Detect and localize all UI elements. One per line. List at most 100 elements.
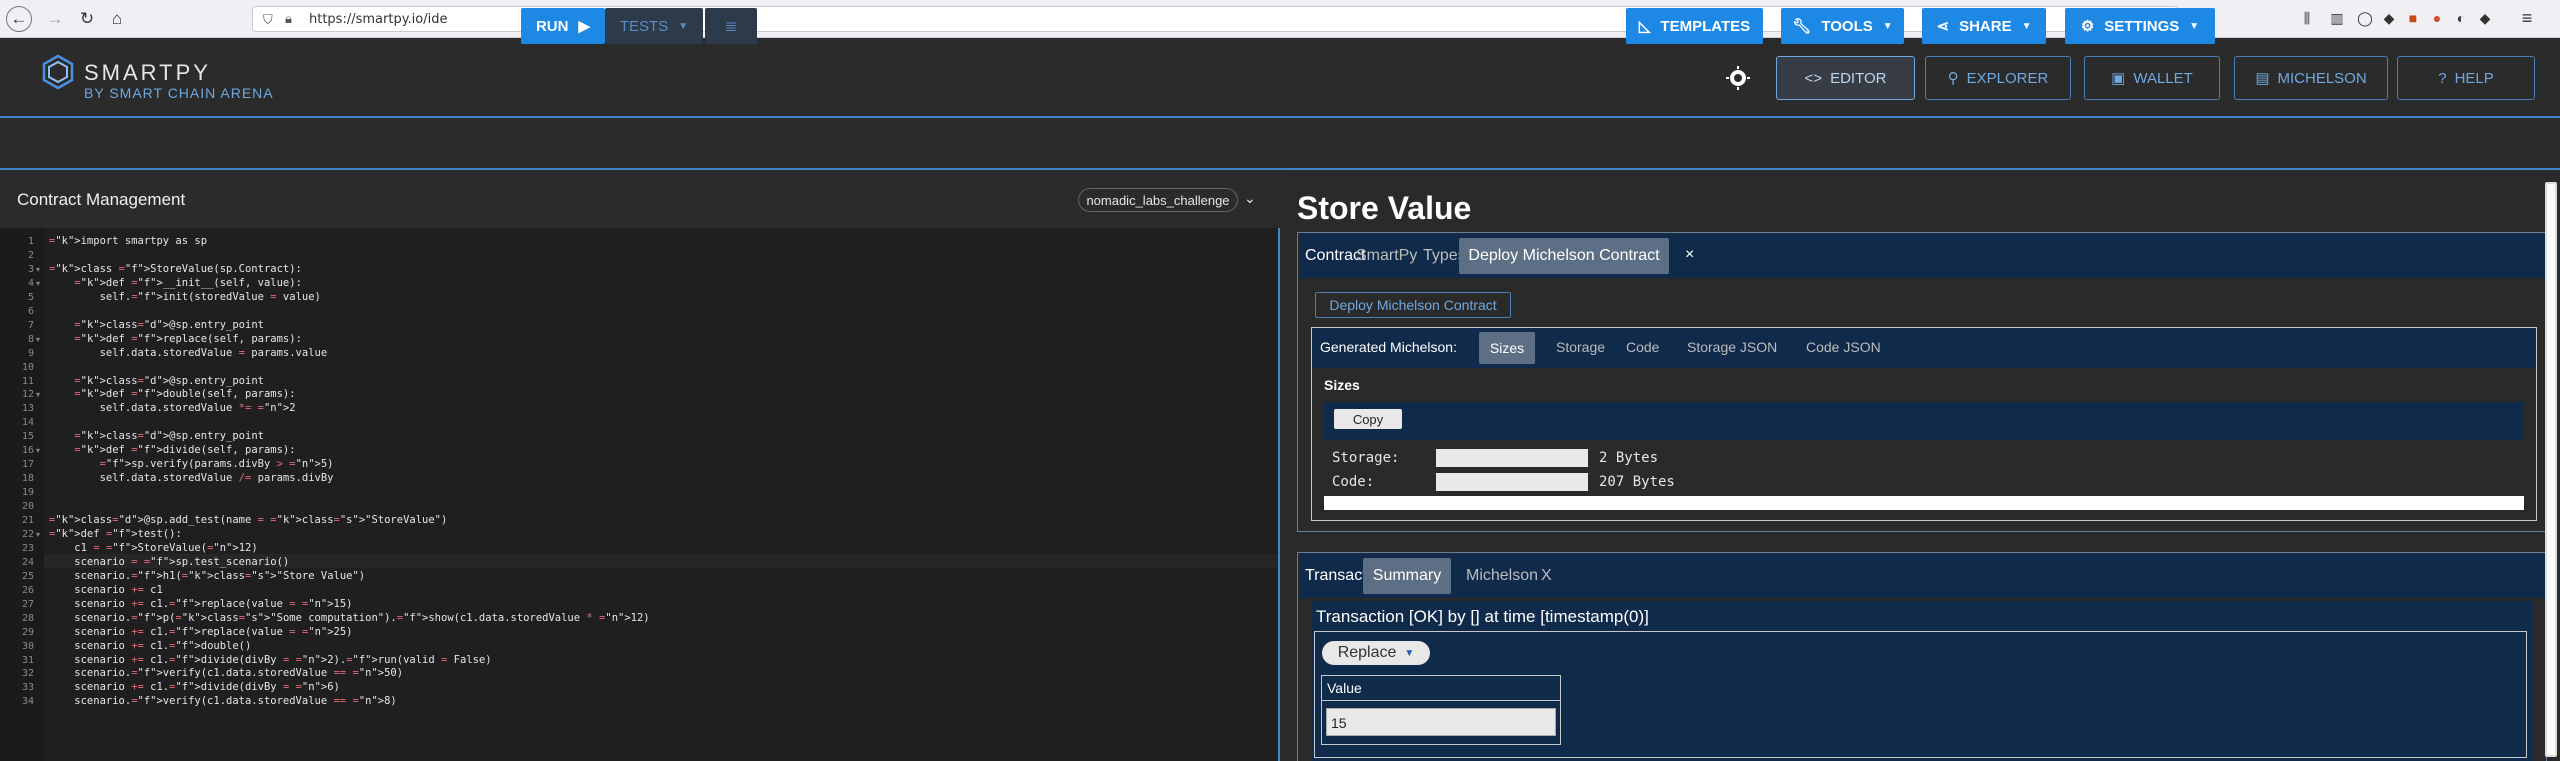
param-value-input[interactable]: 15 bbox=[1326, 708, 1556, 736]
shield-icon[interactable]: ⛉ bbox=[263, 12, 273, 28]
code-line[interactable]: scenario.="f">h1(="k">class="s">"Store V… bbox=[49, 570, 365, 582]
line-number: 31 bbox=[21, 654, 34, 666]
contract-select[interactable]: nomadic_labs_challenge bbox=[1078, 188, 1238, 212]
tab-storage-json[interactable]: Storage JSON bbox=[1687, 339, 1777, 355]
code-line[interactable]: self.="f">init(storedValue = value) bbox=[49, 291, 321, 303]
extension-icon-3[interactable]: ● bbox=[2428, 9, 2446, 27]
theme-toggle-icon[interactable] bbox=[1726, 66, 1750, 90]
code-line[interactable]: scenario = ="f">sp.test_scenario() bbox=[49, 556, 289, 568]
close-icon[interactable]: × bbox=[1685, 246, 1694, 264]
code-line[interactable]: ="k">def ="f">divide(self, params): bbox=[49, 444, 295, 456]
code-line[interactable]: ="k">def ="f">replace(self, params): bbox=[49, 333, 302, 345]
code-line[interactable]: scenario.="f">verify(c1.data.storedValue… bbox=[49, 695, 396, 707]
forward-icon[interactable]: → bbox=[42, 6, 68, 32]
code-line[interactable]: ="k">class="d">@sp.add_test(name = ="k">… bbox=[49, 514, 447, 526]
extension-icon-4[interactable]: ◐ bbox=[2452, 9, 2470, 27]
code-line[interactable]: self.data.storedValue /= params.divBy bbox=[49, 472, 334, 484]
transaction-tabs: Transaction Summary Michelson X bbox=[1299, 554, 2545, 598]
nav-label: EDITOR bbox=[1830, 69, 1887, 87]
fold-arrow-icon[interactable]: ▾ bbox=[36, 279, 40, 288]
code-line[interactable]: ="k">class="d">@sp.entry_point bbox=[49, 375, 264, 387]
reload-icon[interactable]: ↻ bbox=[74, 6, 100, 32]
code-line[interactable]: ="k">class ="f">StoreValue(sp.Contract): bbox=[49, 263, 302, 275]
share-dropdown[interactable]: ⋖ SHARE ▼ bbox=[1922, 8, 2046, 44]
menu-icon[interactable]: ≡ bbox=[2518, 8, 2536, 28]
code-line[interactable]: self.data.storedValue = params.value bbox=[49, 347, 328, 359]
run-button[interactable]: RUN ▶ bbox=[521, 8, 605, 44]
code-editor[interactable]: 1 2 3 ▾ 4 ▾ 5 6 7 8 ▾ 9 10 11 12 ▾ 13 14 15 16 ▾ 17 18 19 20 21 22… bbox=[0, 228, 1278, 761]
nav-editor-button[interactable]: <> EDITOR bbox=[1776, 56, 1915, 100]
caret-down-icon: ▼ bbox=[1404, 647, 1415, 659]
code-line[interactable]: scenario.="f">p(="k">class="s">"Some com… bbox=[49, 612, 649, 624]
lock-icon[interactable]: 🔒︎ bbox=[285, 11, 292, 27]
deploy-michelson-button[interactable]: Deploy Michelson Contract bbox=[1315, 292, 1511, 318]
home-icon[interactable]: ⌂ bbox=[104, 6, 130, 32]
code-line[interactable]: ="k">def ="f">double(self, params): bbox=[49, 388, 295, 400]
settings-label: SETTINGS bbox=[2104, 17, 2180, 35]
tab-sizes[interactable]: Sizes bbox=[1479, 332, 1535, 364]
library-icon[interactable]: ⫼ bbox=[2298, 9, 2316, 27]
code-line[interactable]: ="k">class="d">@sp.entry_point bbox=[49, 319, 264, 331]
back-icon[interactable]: ← bbox=[6, 6, 32, 32]
fold-arrow-icon[interactable]: ▾ bbox=[36, 335, 40, 344]
fold-arrow-icon[interactable]: ▾ bbox=[36, 390, 40, 399]
entry-point-select[interactable]: Replace ▼ bbox=[1322, 641, 1430, 665]
search-icon: ⚲ bbox=[1947, 70, 1959, 87]
code-line[interactable]: self.data.storedValue *= ="n">2 bbox=[49, 402, 296, 414]
code-line[interactable]: ="k">def ="f">__init__(self, value): bbox=[49, 277, 302, 289]
param-table: Value 15 bbox=[1321, 675, 1561, 745]
clear-output-button[interactable]: ≣ bbox=[705, 8, 757, 44]
fold-arrow-icon[interactable]: ▾ bbox=[36, 446, 40, 455]
output-scrollbar[interactable] bbox=[2545, 182, 2557, 757]
fold-arrow-icon[interactable]: ▾ bbox=[36, 530, 40, 539]
line-number: 21 bbox=[21, 515, 34, 526]
code-line[interactable]: scenario.="f">verify(c1.data.storedValue… bbox=[49, 667, 403, 679]
horizontal-scrollbar[interactable] bbox=[1324, 496, 2524, 510]
tab-michelson[interactable]: Michelson bbox=[1466, 567, 1538, 585]
fold-arrow-icon[interactable]: ▾ bbox=[36, 265, 40, 274]
code-line[interactable]: scenario += c1.="f">divide(divBy = ="n">… bbox=[49, 654, 491, 666]
tests-dropdown[interactable]: TESTS ▼ bbox=[605, 8, 703, 44]
code-line[interactable]: ="f">sp.verify(params.divBy > ="n">5) bbox=[49, 458, 334, 470]
line-number: 23 bbox=[21, 542, 34, 554]
settings-dropdown[interactable]: ⚙ SETTINGS ▼ bbox=[2065, 8, 2215, 44]
tab-code-json[interactable]: Code JSON bbox=[1806, 339, 1881, 355]
nav-label: MICHELSON bbox=[2277, 69, 2367, 87]
tab-deploy-michelson[interactable]: Deploy Michelson Contract bbox=[1459, 238, 1669, 274]
tab-code[interactable]: Code bbox=[1626, 339, 1659, 355]
account-icon[interactable]: ◯ bbox=[2356, 9, 2374, 27]
templates-button[interactable]: ◺ TEMPLATES bbox=[1626, 8, 1763, 44]
code-line[interactable]: scenario += c1.="f">replace(value = ="n"… bbox=[49, 598, 352, 610]
clear-list-icon: ≣ bbox=[724, 18, 738, 35]
code-size-value: 207 Bytes bbox=[1599, 474, 1675, 490]
share-icon: ⋖ bbox=[1936, 18, 1950, 35]
code-line[interactable]: scenario += c1 bbox=[49, 584, 163, 596]
scrollbar-thumb[interactable] bbox=[2547, 184, 2555, 755]
code-line[interactable]: scenario += c1.="f">double() bbox=[49, 640, 251, 652]
extension-icon-1[interactable]: ◆ bbox=[2380, 9, 2398, 27]
copy-bar: Copy bbox=[1324, 402, 2524, 440]
extension-icon-2[interactable]: ■ bbox=[2404, 9, 2422, 27]
tools-dropdown[interactable]: 🔧︎ TOOLS ▼ bbox=[1781, 8, 1904, 44]
close-icon[interactable]: X bbox=[1541, 567, 1552, 585]
tab-smartpy[interactable]: SmartPy bbox=[1356, 247, 1417, 265]
tab-summary[interactable]: Summary bbox=[1363, 558, 1451, 594]
ruler-icon: ◺ bbox=[1638, 18, 1651, 35]
nav-help-button[interactable]: ? HELP bbox=[2397, 56, 2535, 100]
code-line[interactable]: ="k">import smartpy as sp bbox=[49, 235, 207, 247]
nav-explorer-button[interactable]: ⚲ EXPLORER bbox=[1925, 56, 2071, 100]
line-number: 6 bbox=[27, 305, 34, 317]
chevron-down-icon[interactable]: ⌄ bbox=[1244, 190, 1256, 207]
extension-icon-5[interactable]: ◆ bbox=[2476, 9, 2494, 27]
code-line[interactable]: ="k">def ="f">test(): bbox=[49, 528, 182, 540]
code-line[interactable]: scenario += c1.="f">divide(divBy = ="n">… bbox=[49, 681, 340, 693]
nav-michelson-button[interactable]: ▤ MICHELSON bbox=[2234, 56, 2388, 100]
tab-storage[interactable]: Storage bbox=[1556, 339, 1605, 355]
copy-button[interactable]: Copy bbox=[1334, 409, 1402, 429]
code-line[interactable]: ="k">class="d">@sp.entry_point bbox=[49, 430, 264, 442]
line-number: 7 bbox=[27, 319, 34, 331]
sidebar-icon[interactable]: ▥ bbox=[2328, 9, 2346, 27]
code-line[interactable]: scenario += c1.="f">replace(value = ="n"… bbox=[49, 626, 352, 638]
code-line[interactable]: c1 = ="f">StoreValue(="n">12) bbox=[49, 542, 257, 554]
nav-wallet-button[interactable]: ▣ WALLET bbox=[2084, 56, 2220, 100]
